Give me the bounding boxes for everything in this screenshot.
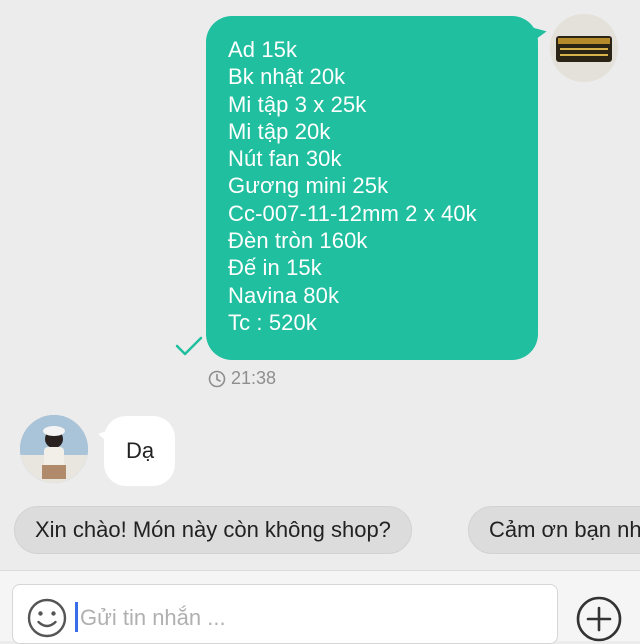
message-line: Ad 15k [228,37,298,62]
bubble-tail [98,430,110,444]
message-line: Navina 80k [228,282,340,308]
message-line: Bk nhật 20k [228,64,346,90]
check-icon [175,336,203,356]
message-line: Nút fan 30k [228,146,342,172]
message-timestamp: 21:38 [208,368,276,389]
received-message-text: Dạ [126,438,155,463]
quick-reply-chip[interactable]: Xin chào! Món này còn không shop? [14,506,412,554]
message-input-placeholder: Gửi tin nhắn ... [80,605,226,630]
quick-replies: Xin chào! Món này còn không shop? Cảm ơn… [14,506,640,556]
message-line: Cc-007-11-12mm 2 x 40k [228,200,477,226]
text-caret [75,602,78,632]
message-line: Gương mini 25k [228,173,389,199]
plus-icon[interactable] [574,594,624,644]
message-line: Mi tập 3 x 25k [228,91,367,117]
own-avatar[interactable] [550,14,618,82]
received-message-bubble[interactable]: Dạ [98,416,175,486]
emoji-icon[interactable] [26,597,68,639]
avatar-image [550,14,618,82]
message-line: Đèn tròn 160k [228,228,368,254]
message-line: Đế in 15k [228,255,322,281]
peer-avatar[interactable] [20,415,88,483]
avatar-image [20,415,88,483]
quick-reply-chip[interactable]: Cảm ơn bạn nhé [468,506,640,554]
timestamp-text: 21:38 [231,368,277,388]
message-line: Tc : 520k [228,309,317,335]
clock-icon [208,370,226,387]
message-line: Mi tập 20k [228,118,331,144]
sent-message-bubble[interactable]: Ad 15k Bk nhật 20k Mi tập 3 x 25k Mi tập… [206,16,548,360]
